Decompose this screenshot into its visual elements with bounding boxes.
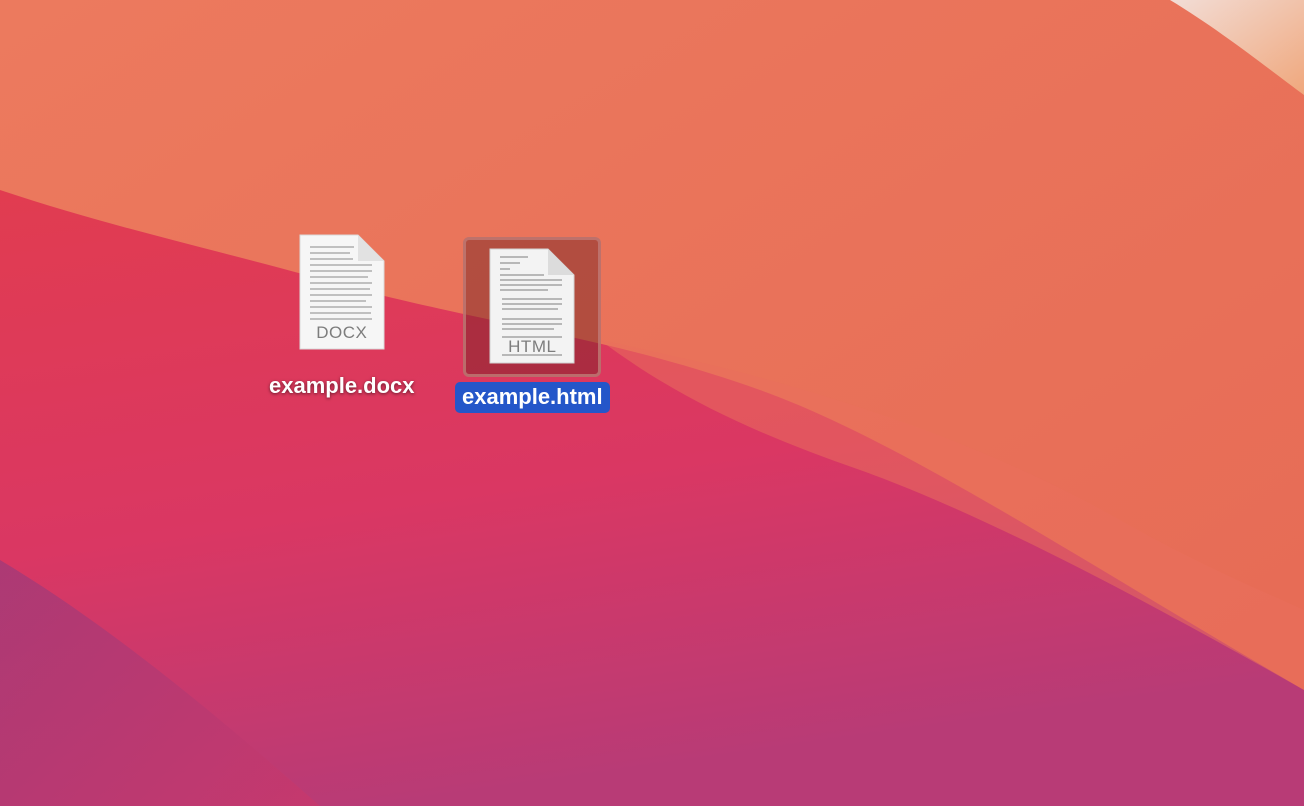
file-name-label[interactable]: example.html [455,382,610,413]
docx-file-icon: DOCX [298,233,386,351]
file-example-html[interactable]: HTML example.html [455,237,610,413]
file-type-label: HTML [508,337,557,356]
file-type-label: DOCX [316,323,368,342]
wallpaper [0,0,1304,806]
file-example-docx[interactable]: DOCX example.docx [262,233,422,402]
file-name-label[interactable]: example.docx [262,371,422,402]
desktop[interactable]: DOCX example.docx HTML example.html [0,0,1304,806]
file-icon-frame: DOCX [298,233,386,351]
html-file-icon: HTML [488,247,576,365]
selection-highlight: HTML [463,237,602,377]
